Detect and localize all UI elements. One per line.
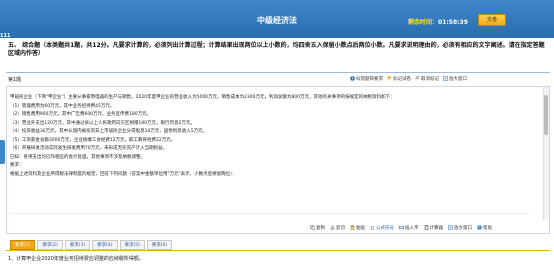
unflag-icon (415, 75, 420, 80)
divider (6, 72, 550, 73)
case-line: （4）投资收益30万元，其中从境内被投资非上市居民企业分得股息10万元，国债利息… (10, 129, 208, 134)
question-number: 111 (0, 33, 11, 39)
keyboard-icon (399, 225, 404, 229)
mark-question-button[interactable]: 标记试卷 (387, 75, 411, 82)
side-collapse-handle[interactable] (0, 140, 5, 164)
requirement-tabs: 要求(1) 要求(2) 要求(3) 要求(4) 要求(5) 要求(6) (10, 240, 173, 250)
copy-icon (310, 224, 315, 230)
insert-text-button[interactable]: 插入字 (399, 225, 419, 231)
tab-requirement-4[interactable]: 要求(4) (92, 240, 118, 250)
enlarge-icon (448, 224, 453, 230)
tab-requirement-2[interactable]: 要求(2) (37, 240, 63, 250)
case-line: 根据上述资料及企业所得税法律制度的规定，回答下列问题（答案中金额单位用"万元"表… (10, 171, 237, 177)
unmark-question-button[interactable]: 取消标记 (415, 75, 439, 82)
divider (10, 213, 530, 214)
svg-text:?: ? (479, 226, 481, 230)
help-icon: ? (477, 224, 482, 230)
sub-question-text: 1、计算甲企业2020年度业务招待费应调整的应纳税所得额。 (8, 256, 144, 262)
case-line: （1）管理费用为60万元，其中业务招待费45万元。 (10, 103, 115, 109)
scissors-icon (330, 224, 335, 230)
case-text: 甲居民企业（下简"甲企业"）主要从事家用电器的生产与销售，2020年度甲企业的营… (10, 94, 525, 179)
question-toolbar: 纠错题目要求 标记试卷 取消标记 放大窗口 (350, 74, 550, 83)
exam-title: 中级经济法 (257, 16, 297, 25)
cut-button[interactable]: 剪切 (330, 224, 345, 231)
timer-value: 01:58:39 (438, 19, 468, 26)
case-line: （2）销售费用900万元，其中广告费600万元、业务宣传费180万元。 (10, 112, 152, 117)
enlarge-icon (443, 75, 448, 81)
tab-requirement-5[interactable]: 要求(5) (119, 240, 145, 250)
omega-icon: Ω (371, 225, 375, 230)
case-line: （6）开展研发活动实际发生研发费用70万元，未形成无形资产计入当期损益。 (10, 146, 168, 151)
case-line: 要求： (10, 163, 24, 168)
calculator-icon (424, 224, 428, 230)
question-label: 第1题 (8, 77, 22, 83)
case-line: 甲居民企业（下简"甲企业"）主要从事家用电器的生产与销售，2020年度甲企业的营… (10, 95, 395, 100)
enlarge-window-button[interactable]: 放大窗口 (448, 224, 472, 231)
submit-exam-button[interactable]: 交卷 (478, 14, 506, 26)
tab-requirement-6[interactable]: 要求(6) (146, 240, 173, 250)
tab-underline (6, 250, 550, 251)
tab-requirement-3[interactable]: 要求(3) (64, 240, 91, 250)
case-line: （5）工资薪金总额3000万元，企业拨缴工会经费12万元，职工教育经费22万元。 (10, 137, 176, 143)
editor-toolbar: 复制 剪切 粘贴 Ω 公式符号 插入字 计算器 放大窗口 ? 帮助 (310, 223, 550, 232)
section-heading: 五、 综合题（本类题共1题，共12分。凡要求计算的，必须列出计算过程；计算结果出… (8, 42, 545, 57)
paste-icon (350, 224, 355, 230)
flag-icon (387, 75, 392, 80)
enlarge-window-button[interactable]: 放大窗口 (443, 75, 467, 82)
case-line: 已知：各项支出均已作相应的会计处理，其他事项不涉及纳税调整。 (10, 154, 145, 160)
calculator-button[interactable]: 计算器 (424, 224, 443, 231)
countdown-timer: 剩余时间：01:58:39 (408, 17, 468, 26)
report-error-button[interactable]: 纠错题目要求 (350, 75, 383, 82)
tab-requirement-1[interactable]: 要求(1) (10, 240, 36, 250)
timer-label: 剩余时间： (408, 19, 439, 26)
case-line: （3）营业外支出120万元，其中通过县以上人民政府向灾区捐赠100万元，银行罚息… (10, 120, 195, 126)
scroll-thumb[interactable] (544, 95, 548, 135)
error-icon (350, 75, 355, 81)
help-button[interactable]: ? 帮助 (477, 224, 492, 231)
copy-button[interactable]: 复制 (310, 224, 325, 231)
formula-symbol-button[interactable]: Ω 公式符号 (370, 225, 395, 231)
paste-button[interactable]: 粘贴 (350, 224, 365, 231)
svg-text:Ω: Ω (371, 225, 375, 230)
